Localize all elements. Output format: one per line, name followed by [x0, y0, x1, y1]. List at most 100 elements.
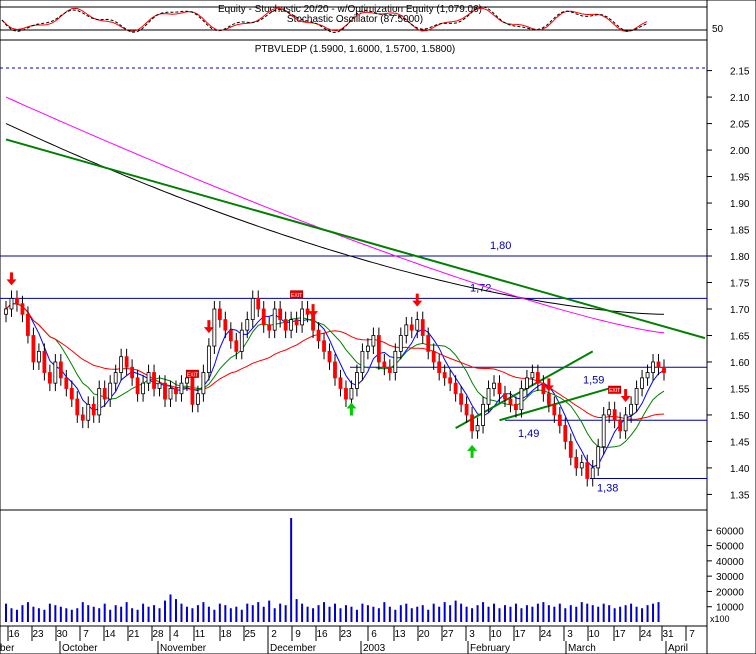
volume-bar [158, 608, 161, 622]
price-tick-label: 1.75 [730, 279, 750, 290]
candle-down [31, 335, 36, 363]
candle-down [442, 372, 447, 379]
volume-bar [482, 602, 485, 622]
stoch-tick-50: 50 [712, 24, 724, 35]
volume-bar [366, 605, 369, 622]
candle-down [64, 377, 69, 389]
volume-bar [65, 608, 68, 622]
volume-bar [580, 602, 583, 622]
candle-up [623, 414, 628, 432]
x-day-label: 10 [588, 629, 600, 640]
volume-bar [416, 606, 419, 622]
volume-bar [120, 606, 123, 622]
volume-bar [164, 600, 167, 622]
volume-bar [630, 603, 633, 622]
price-tick-label: 1.60 [730, 358, 750, 369]
candle-down [503, 393, 507, 400]
candle-down [15, 297, 19, 305]
volume-bar [624, 605, 627, 622]
candle-down [546, 393, 551, 405]
candle-up [146, 372, 151, 384]
candle-up [119, 356, 124, 373]
x-day-label: 7 [689, 629, 695, 640]
candle-down [190, 377, 195, 405]
volume-bar [290, 518, 293, 622]
volume-bar [185, 606, 188, 622]
candle-down [130, 366, 135, 379]
volume-bar [465, 606, 468, 622]
candle-up [596, 446, 601, 469]
volume-bar [246, 603, 249, 622]
volume-bar [48, 603, 51, 622]
price-tick-label: 1.50 [730, 411, 750, 422]
volume-bar [635, 606, 638, 622]
level-label: 1,38 [597, 483, 618, 495]
volume-bar [514, 603, 517, 622]
x-month-label: March [568, 643, 596, 654]
candle-down [585, 462, 590, 479]
candle-down [338, 377, 343, 389]
candle-up [607, 409, 612, 416]
volume-tick-label: 10000 [716, 603, 744, 614]
volume-bar [5, 603, 7, 622]
candle-down [174, 388, 178, 395]
candle-down [552, 403, 557, 416]
candle-down [26, 313, 30, 336]
candle-down [508, 398, 513, 405]
candle-up [360, 350, 365, 373]
volume-bar [575, 606, 578, 622]
volume-bar [487, 606, 490, 622]
x-day-label: 16 [8, 629, 20, 640]
candle-up [179, 382, 184, 395]
candle-down [514, 403, 518, 411]
candle-up [640, 377, 644, 389]
price-tick-label: 1.80 [730, 252, 750, 263]
x-day-label: 24 [540, 629, 552, 640]
volume-unit-label: x100 [710, 614, 730, 624]
candle-up [525, 377, 529, 389]
volume-bar [328, 606, 331, 622]
candle-down [217, 308, 222, 320]
candle-up [365, 345, 370, 352]
exit-label: EXIT [609, 388, 620, 394]
volume-bar [70, 609, 73, 622]
candle-up [245, 319, 250, 331]
candle-down [420, 319, 425, 336]
candle-down [267, 324, 272, 331]
x-day-label: 21 [128, 629, 140, 640]
candle-up [481, 403, 485, 426]
volume-tick-label: 30000 [716, 572, 744, 583]
volume-bar [503, 605, 506, 622]
volume-bar [553, 606, 556, 622]
volume-bar [597, 606, 600, 622]
candle-up [601, 414, 606, 448]
volume-bar [147, 606, 150, 622]
volume-bar [443, 602, 446, 622]
volume-bar [279, 603, 282, 622]
x-month-label: April [668, 643, 688, 654]
candle-down [278, 308, 283, 320]
candle-down [464, 403, 469, 416]
candle-up [355, 372, 359, 389]
volume-bar [295, 599, 298, 622]
candle-down [497, 382, 502, 395]
volume-bar [564, 608, 567, 622]
volume-bar [273, 608, 276, 622]
volume-bar [136, 609, 139, 622]
volume-bar [81, 602, 84, 622]
volume-bar [602, 603, 605, 622]
volume-bar [493, 603, 496, 622]
volume-bar [536, 603, 539, 622]
volume-bar [10, 608, 13, 622]
x-day-label: 28 [152, 629, 164, 640]
exit-label: EXIT [291, 293, 302, 299]
x-day-label: 7 [83, 629, 89, 640]
x-day-label: 11 [195, 629, 206, 640]
candle-down [163, 382, 167, 400]
volume-bar [207, 606, 210, 622]
volume-bar [213, 609, 216, 622]
volume-bar [410, 608, 413, 622]
x-month-label: November [160, 643, 207, 654]
volume-bar [142, 603, 145, 622]
volume-bar [339, 608, 342, 622]
